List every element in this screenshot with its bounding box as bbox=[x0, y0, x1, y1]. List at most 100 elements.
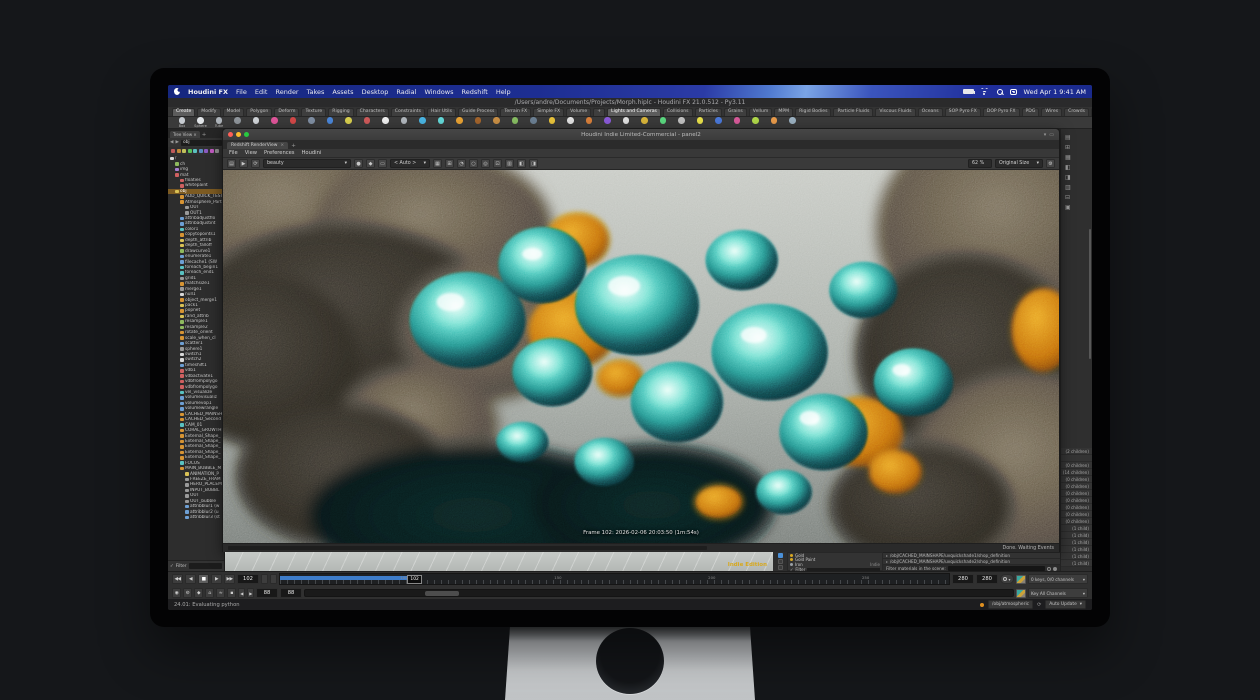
shelf-tool[interactable]: Sphere bbox=[195, 117, 207, 128]
toolbar-icon[interactable]: ⊞ bbox=[445, 159, 454, 168]
shelf-tool[interactable] bbox=[583, 117, 595, 128]
child-count-row[interactable]: (1 child) bbox=[1061, 546, 1092, 553]
shelf-tab[interactable]: Characters bbox=[356, 108, 389, 116]
range-step-back-icon[interactable]: ◀ bbox=[238, 588, 245, 598]
filter-toggle-icon[interactable] bbox=[1053, 567, 1057, 571]
toolbar-icon[interactable]: ○ bbox=[469, 159, 478, 168]
tree-path-field[interactable]: obj bbox=[181, 140, 222, 146]
child-count-row[interactable]: (0 children) bbox=[1061, 462, 1092, 469]
zoom-level-field[interactable]: 62 % bbox=[968, 159, 992, 168]
control-center-icon[interactable] bbox=[1010, 89, 1017, 95]
shelf-tool[interactable] bbox=[287, 117, 299, 128]
toolbar-icon[interactable]: ◎ bbox=[481, 159, 490, 168]
shelf-tab[interactable]: Simple FX bbox=[533, 108, 564, 116]
menubar-item[interactable]: Windows bbox=[424, 88, 453, 96]
shelf-tab[interactable]: Particle Fluids bbox=[833, 108, 873, 116]
tab-add-icon[interactable]: + bbox=[291, 143, 296, 149]
menubar-item[interactable]: Assets bbox=[332, 88, 353, 96]
shelf-tool[interactable] bbox=[787, 117, 799, 128]
child-count-row[interactable]: (0 children) bbox=[1061, 518, 1092, 525]
transport-button[interactable]: ◀◀ bbox=[172, 574, 183, 584]
shelf-tab[interactable]: Hair Utils bbox=[427, 108, 456, 116]
shelf-tab[interactable]: Guide Process bbox=[458, 108, 498, 116]
shelf-tab[interactable]: Particles bbox=[695, 108, 722, 116]
transport-button[interactable]: ▶ bbox=[211, 574, 222, 584]
child-count-row[interactable]: (0 children) bbox=[1061, 490, 1092, 497]
shelf-tool[interactable] bbox=[731, 117, 743, 128]
renderview-menu-item[interactable]: Houdini bbox=[302, 150, 322, 156]
panel-tool-icon[interactable]: ◨ bbox=[1065, 175, 1092, 181]
shelf-tool[interactable] bbox=[602, 117, 614, 128]
toolbar-icon[interactable]: ▤ bbox=[227, 159, 236, 168]
panel-tool-icon[interactable]: ⊟ bbox=[1065, 195, 1092, 201]
shelf-tab[interactable]: Rigid Bodies bbox=[795, 108, 831, 116]
current-frame-field[interactable]: 102 bbox=[237, 574, 259, 584]
wifi-icon[interactable] bbox=[981, 88, 990, 95]
child-count-row[interactable]: (1 child) bbox=[1061, 560, 1092, 567]
viewport-grid-icon[interactable] bbox=[778, 553, 783, 558]
menubar-item[interactable]: Edit bbox=[255, 88, 268, 96]
category-filter-icon[interactable] bbox=[204, 149, 208, 153]
category-filter-icon[interactable] bbox=[193, 149, 197, 153]
shelf-tab[interactable]: Create bbox=[172, 108, 195, 116]
shelf-tab[interactable]: Rigging bbox=[328, 108, 353, 116]
tab-close-icon[interactable]: × bbox=[193, 132, 196, 137]
range-start-field[interactable]: 88 bbox=[256, 588, 278, 598]
window-corner-icon[interactable]: ▾ bbox=[1044, 132, 1047, 138]
shelf-tab[interactable]: Texture bbox=[301, 108, 326, 116]
playback-option-icon[interactable]: ⌂ bbox=[205, 588, 214, 598]
shelf-tool[interactable] bbox=[472, 117, 484, 128]
shelf-tab[interactable]: Model bbox=[223, 108, 245, 116]
shelf-tab[interactable]: Vellum bbox=[749, 108, 773, 116]
shelf-tool[interactable] bbox=[620, 117, 632, 128]
nav-back-icon[interactable]: ◀ bbox=[170, 140, 173, 145]
tree-filter-input[interactable] bbox=[189, 563, 222, 569]
window-corner-icon[interactable]: ▭ bbox=[1049, 132, 1054, 138]
playback-option-icon[interactable]: ≈ bbox=[216, 588, 225, 598]
child-count-row[interactable]: (1 child) bbox=[1061, 539, 1092, 546]
child-count-row[interactable]: (0 children) bbox=[1061, 476, 1092, 483]
shelf-tool[interactable] bbox=[565, 117, 577, 128]
shelf-tool[interactable] bbox=[546, 117, 558, 128]
toolbar-icon[interactable]: ⟳ bbox=[251, 159, 260, 168]
shelf-tab[interactable]: SOP Pyro FX bbox=[945, 108, 981, 116]
toolbar-icon[interactable]: ◆ bbox=[366, 159, 375, 168]
shelf-tool[interactable] bbox=[269, 117, 281, 128]
shelf-tool[interactable] bbox=[509, 117, 521, 128]
child-count-row[interactable]: (14 children) bbox=[1061, 469, 1092, 476]
shelf-tab[interactable]: Oceans bbox=[918, 108, 943, 116]
tab-close-icon[interactable]: × bbox=[280, 143, 284, 148]
shelf-tab[interactable]: Drive Simulation bbox=[1091, 108, 1092, 116]
shelf-tab[interactable]: MPM bbox=[774, 108, 793, 116]
shelf-tool[interactable] bbox=[694, 117, 706, 128]
timeline-zoom-icon[interactable]: ▾ bbox=[1000, 574, 1014, 584]
panel-tool-icon[interactable]: ▣ bbox=[1065, 205, 1092, 211]
child-count-row[interactable]: (2 children) bbox=[1061, 448, 1092, 455]
context-path-chip[interactable]: /obj/atmospheric bbox=[988, 600, 1033, 609]
renderview-menu-item[interactable]: View bbox=[245, 150, 257, 156]
renderview-menu-item[interactable]: File bbox=[229, 150, 238, 156]
shelf-tool[interactable] bbox=[676, 117, 688, 128]
playback-range-slider[interactable] bbox=[304, 589, 1014, 597]
shelf-tool[interactable] bbox=[306, 117, 318, 128]
category-filter-icon[interactable] bbox=[188, 149, 192, 153]
menubar-item[interactable]: Takes bbox=[307, 88, 325, 96]
render-pass-dropdown[interactable]: beauty ▾ bbox=[263, 159, 351, 168]
shelf-tool[interactable] bbox=[454, 117, 466, 128]
menubar-item[interactable]: Help bbox=[496, 88, 511, 96]
menubar-app-name[interactable]: Houdini FX bbox=[188, 88, 228, 96]
frame-step-icon[interactable] bbox=[270, 574, 277, 584]
keys-channels-dropdown[interactable]: 0 keys, 0/0 channels ▾ bbox=[1028, 574, 1088, 584]
shelf-tool[interactable] bbox=[398, 117, 410, 128]
frame-step-icon[interactable] bbox=[261, 574, 268, 584]
toolbar-icon[interactable]: ◧ bbox=[517, 159, 526, 168]
tab-redshift-renderview[interactable]: Redshift RenderView × bbox=[227, 142, 288, 149]
shelf-tool[interactable] bbox=[657, 117, 669, 128]
viewport-option-icon[interactable] bbox=[778, 559, 783, 564]
shelf-tool[interactable]: Tube bbox=[213, 117, 225, 128]
timeline-ruler[interactable]: 100150200250 102 bbox=[279, 573, 950, 585]
child-count-row[interactable]: (1 child) bbox=[1061, 532, 1092, 539]
toolbar-icon[interactable]: ◔ bbox=[457, 159, 466, 168]
toolbar-icon[interactable]: ▭ bbox=[378, 159, 387, 168]
shelf-tab[interactable]: Collisions bbox=[663, 108, 693, 116]
